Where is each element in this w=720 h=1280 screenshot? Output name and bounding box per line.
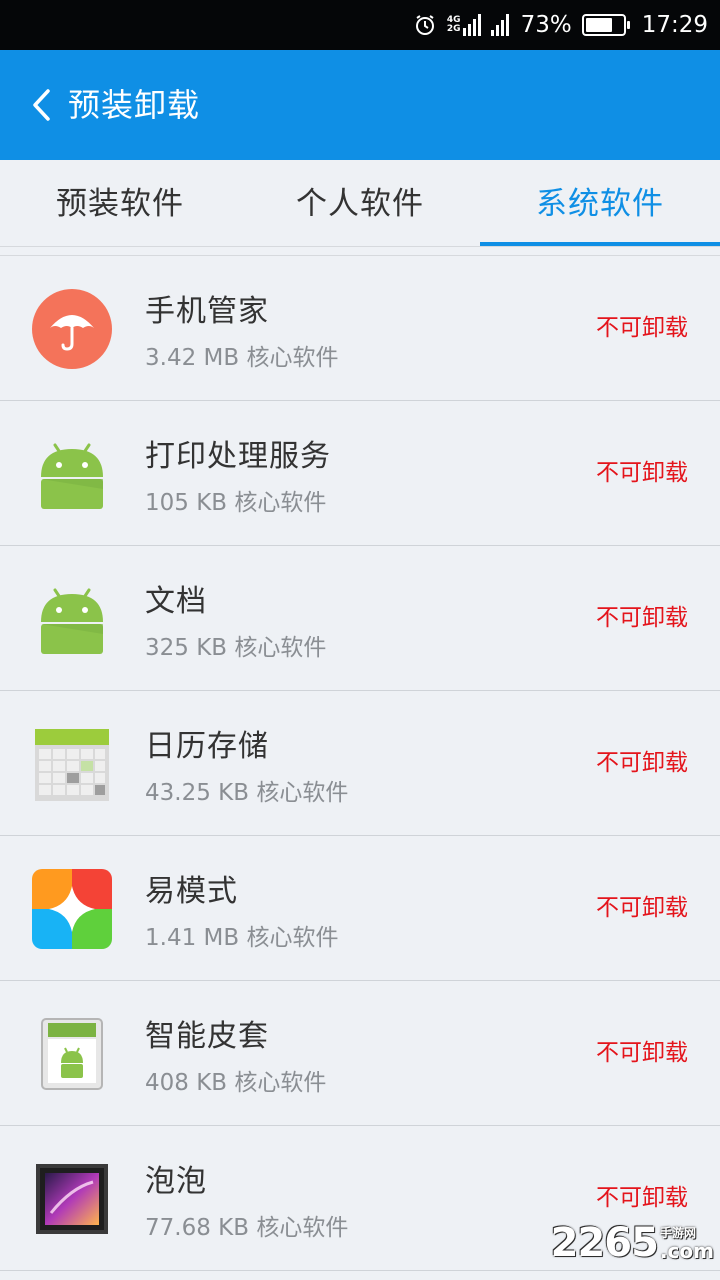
signal-strength-icon	[490, 14, 511, 36]
network-type-bottom: 2G	[446, 24, 461, 34]
app-list: 手机管家 3.42 MB 核心软件 不可卸载 打印处理服务 105 KB 核心软…	[0, 256, 720, 1271]
app-size-category: 3.42 MB 核心软件	[145, 345, 339, 371]
uninstall-status: 不可卸载	[596, 895, 688, 921]
list-item[interactable]: 易模式 1.41 MB 核心软件 不可卸载	[0, 836, 720, 981]
clock-time: 17:29	[641, 12, 708, 38]
chevron-left-icon	[33, 89, 50, 121]
calendar-storage-icon	[31, 723, 113, 805]
android-icon	[31, 433, 113, 515]
uninstall-status: 不可卸载	[596, 750, 688, 776]
app-name: 文档	[145, 584, 207, 619]
page-title: 预装卸载	[68, 86, 201, 124]
app-size-category: 105 KB 核心软件	[145, 490, 327, 516]
app-name: 打印处理服务	[145, 439, 331, 474]
app-name: 日历存储	[145, 729, 269, 764]
watermark-logo: 2265 手游网 .com	[551, 1220, 714, 1266]
battery-icon	[581, 14, 630, 36]
list-item[interactable]: 日历存储 43.25 KB 核心软件 不可卸载	[0, 691, 720, 836]
app-name: 手机管家	[145, 294, 269, 329]
battery-level-fill	[585, 18, 612, 32]
app-size-category: 43.25 KB 核心软件	[145, 780, 349, 806]
android-icon	[31, 578, 113, 660]
phone-manager-icon	[31, 288, 113, 370]
easy-mode-icon	[31, 868, 113, 950]
status-bar: 4G 2G 73% 17:29	[0, 0, 720, 50]
bubbles-icon	[31, 1158, 113, 1240]
app-size-category: 1.41 MB 核心软件	[145, 925, 339, 951]
tab-personal[interactable]: 个人软件	[240, 160, 480, 246]
app-size-category: 408 KB 核心软件	[145, 1070, 327, 1096]
uninstall-status: 不可卸载	[596, 315, 688, 341]
back-button[interactable]	[26, 84, 56, 126]
app-name: 易模式	[145, 874, 238, 909]
uninstall-status: 不可卸载	[596, 460, 688, 486]
uninstall-status: 不可卸载	[596, 1040, 688, 1066]
battery-percentage: 73%	[520, 12, 572, 38]
tab-preinstalled[interactable]: 预装软件	[0, 160, 240, 246]
uninstall-status: 不可卸载	[596, 605, 688, 631]
app-name: 智能皮套	[145, 1019, 269, 1054]
app-size-category: 325 KB 核心软件	[145, 635, 327, 661]
dual-signal-icon: 4G 2G	[447, 14, 481, 36]
list-item[interactable]: 文档 325 KB 核心软件 不可卸载	[0, 546, 720, 691]
smart-cover-icon	[31, 1013, 113, 1095]
app-name: 泡泡	[145, 1164, 207, 1199]
tab-system[interactable]: 系统软件	[480, 160, 720, 246]
app-bar: 预装卸载	[0, 50, 720, 160]
tab-bar: 预装软件 个人软件 系统软件	[0, 160, 720, 247]
list-item[interactable]: 打印处理服务 105 KB 核心软件 不可卸载	[0, 401, 720, 546]
app-size-category: 77.68 KB 核心软件	[145, 1215, 349, 1241]
watermark-brand: 2265	[550, 1220, 659, 1266]
list-item[interactable]: 手机管家 3.42 MB 核心软件 不可卸载	[0, 256, 720, 401]
list-item[interactable]: 智能皮套 408 KB 核心软件 不可卸载	[0, 981, 720, 1126]
watermark-domain: .com	[659, 1239, 714, 1263]
active-tab-indicator	[480, 242, 720, 246]
alarm-clock-icon	[413, 13, 437, 37]
